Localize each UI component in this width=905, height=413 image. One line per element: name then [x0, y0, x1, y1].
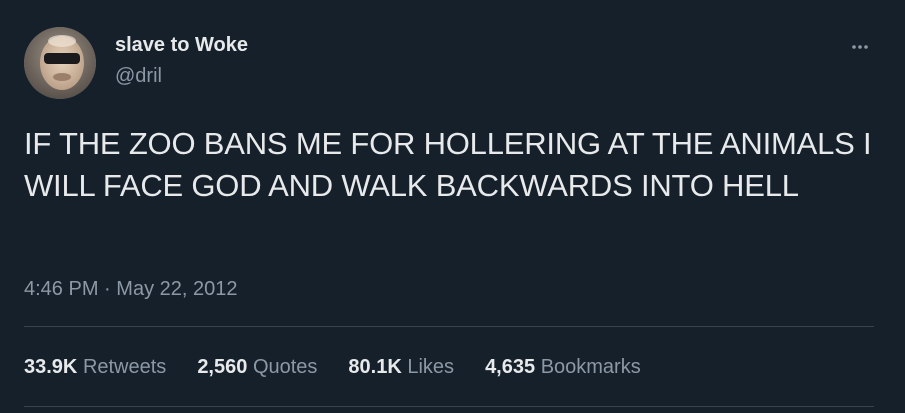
tweet-card: slave to Woke @dril IF THE ZOO BANS ME F… — [0, 0, 905, 413]
more-options-button[interactable] — [844, 36, 876, 58]
stat-likes[interactable]: 80.1K Likes — [348, 356, 454, 379]
stat-bookmarks[interactable]: 4,635 Bookmarks — [485, 356, 641, 379]
more-horizontal-icon — [852, 45, 868, 49]
engagement-stats: 33.9K Retweets 2,560 Quotes 80.1K Likes … — [24, 356, 672, 379]
stat-count: 4,635 — [485, 356, 536, 378]
stat-count: 2,560 — [197, 356, 248, 378]
stat-label: Bookmarks — [540, 356, 641, 378]
author-handle[interactable]: @dril — [115, 65, 162, 88]
author-display-name[interactable]: slave to Woke — [115, 34, 248, 57]
tweet-timestamp: 4:46 PM · May 22, 2012 — [24, 278, 237, 301]
stat-quotes[interactable]: 2,560 Quotes — [197, 356, 317, 379]
stat-label: Likes — [407, 356, 455, 378]
tweet-time[interactable]: 4:46 PM — [24, 278, 98, 300]
avatar-image — [24, 27, 96, 99]
stat-label: Quotes — [252, 356, 318, 378]
stat-label: Retweets — [82, 356, 167, 378]
tweet-date[interactable]: May 22, 2012 — [116, 278, 237, 300]
stat-retweets[interactable]: 33.9K Retweets — [24, 356, 166, 379]
timestamp-separator: · — [104, 278, 111, 300]
stat-count: 33.9K — [24, 356, 78, 378]
tweet-text: IF THE ZOO BANS ME FOR HOLLERING AT THE … — [24, 126, 872, 203]
divider — [24, 326, 874, 327]
avatar[interactable] — [24, 27, 96, 99]
divider — [24, 406, 874, 407]
stat-count: 80.1K — [348, 356, 402, 378]
